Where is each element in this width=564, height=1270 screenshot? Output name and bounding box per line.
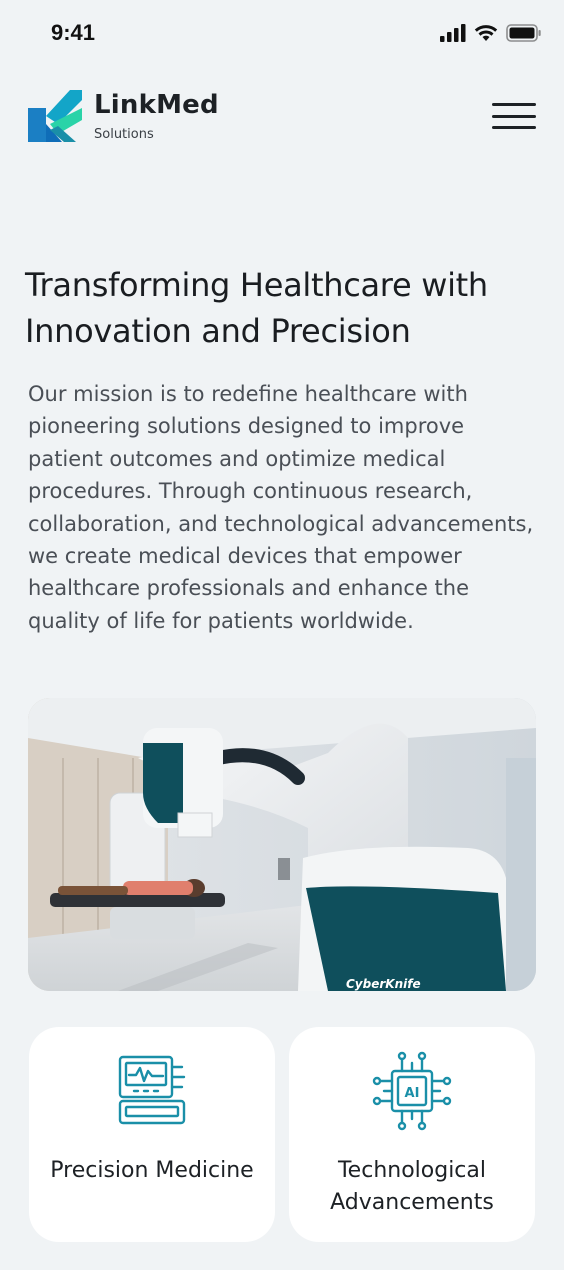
ai-chip-icon: AI xyxy=(372,1051,452,1131)
hero-image-cyberknife-room: CyberKnife xyxy=(28,698,536,991)
brand-name: LinkMed xyxy=(94,90,219,120)
status-icons xyxy=(440,24,542,42)
brand-subtitle: Solutions xyxy=(94,127,154,142)
card-label: Precision Medicine xyxy=(50,1158,254,1183)
menu-line xyxy=(492,114,536,118)
card-label: Technological Advancements xyxy=(330,1158,494,1215)
hero-title: Transforming Healthcare with Innovation … xyxy=(25,266,488,350)
status-time: 9:41 xyxy=(51,20,96,45)
menu-line xyxy=(492,126,536,129)
hamburger-menu-button[interactable] xyxy=(490,100,538,132)
cyberknife-label: CyberKnife xyxy=(346,977,421,991)
wifi-icon xyxy=(474,25,498,41)
linkmed-logo-icon[interactable] xyxy=(28,90,82,142)
feature-card-technological-advancements[interactable]: AI Technological Advancements xyxy=(289,1027,535,1242)
svg-text:AI: AI xyxy=(405,1086,420,1101)
header: LinkMed Solutions xyxy=(0,80,564,160)
signal-icon xyxy=(440,24,466,42)
status-bar: 9:41 xyxy=(0,0,564,68)
medical-monitor-icon xyxy=(118,1055,186,1125)
hero-description: Our mission is to redefine healthcare wi… xyxy=(28,382,534,633)
feature-card-precision-medicine[interactable]: Precision Medicine xyxy=(29,1027,275,1242)
battery-icon xyxy=(506,24,541,42)
menu-line xyxy=(492,103,536,106)
